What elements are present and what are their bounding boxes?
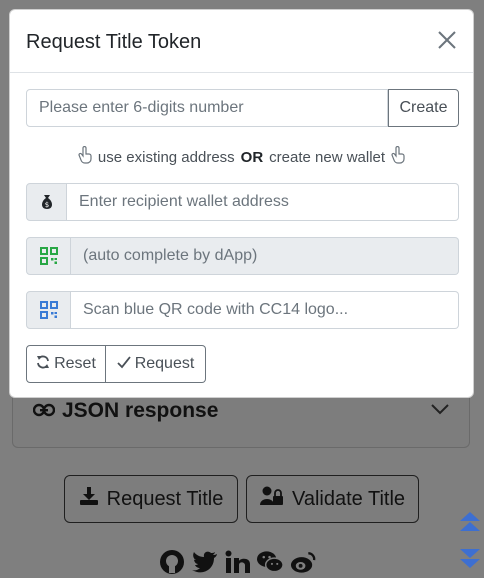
hint-or: OR	[240, 148, 264, 166]
hint-suffix: create new wallet	[269, 148, 386, 166]
wechat-icon[interactable]	[257, 548, 284, 575]
reset-label: Reset	[54, 355, 96, 372]
link-icon	[32, 399, 56, 423]
close-icon[interactable]	[437, 30, 459, 52]
money-bag-icon: $	[26, 183, 67, 221]
svg-text:$: $	[44, 201, 48, 209]
refresh-icon	[36, 355, 50, 374]
hint-prefix: use existing address	[97, 148, 235, 166]
twitter-icon[interactable]	[191, 548, 218, 575]
linkedin-icon[interactable]	[224, 548, 251, 575]
qr-code-blue-icon[interactable]	[26, 291, 71, 329]
six-digit-number-input[interactable]: Please enter 6-digits number	[26, 89, 388, 127]
recipient-input-group: $ Enter recipient wallet address	[26, 183, 459, 221]
chevron-down-icon[interactable]	[431, 402, 449, 420]
validate-title-button[interactable]: Validate Title	[246, 475, 419, 523]
accordion-title: JSON response	[62, 399, 219, 422]
request-label: Request	[134, 355, 195, 372]
autocomplete-input-group: (auto complete by dApp)	[26, 237, 459, 275]
weibo-icon[interactable]	[290, 548, 317, 575]
request-title-label: Request Title	[106, 487, 224, 510]
wallet-hint: use existing address OR create new walle…	[10, 145, 473, 168]
recipient-wallet-input[interactable]: Enter recipient wallet address	[67, 183, 459, 221]
pointing-up-hand-icon	[78, 145, 92, 168]
modal-actions: Reset Request	[26, 345, 206, 383]
scan-qr-input[interactable]: Scan blue QR code with CC14 logo...	[71, 291, 459, 329]
github-icon[interactable]	[158, 548, 185, 575]
request-title-token-modal: Request Title Token Please enter 6-digit…	[9, 9, 474, 398]
pointing-hand-icon	[391, 145, 405, 168]
check-icon	[117, 355, 131, 374]
download-icon	[79, 487, 99, 511]
accordion-header: JSON response	[32, 399, 219, 423]
qr-code-green-icon	[26, 237, 71, 275]
modal-title: Request Title Token	[26, 31, 202, 53]
request-button[interactable]: Request	[106, 345, 206, 383]
scan-input-group: Scan blue QR code with CC14 logo...	[26, 291, 459, 329]
reset-button[interactable]: Reset	[26, 345, 106, 383]
modal-header: Request Title Token	[10, 10, 473, 73]
user-lock-icon	[259, 486, 284, 512]
request-title-button[interactable]: Request Title	[64, 475, 238, 523]
create-button[interactable]: Create	[388, 89, 459, 127]
scroll-to-bottom-icon[interactable]	[459, 548, 481, 575]
number-input-group: Please enter 6-digits number Create	[26, 89, 459, 127]
social-links	[158, 548, 317, 575]
scroll-to-top-icon[interactable]	[459, 512, 481, 539]
auto-complete-field: (auto complete by dApp)	[71, 237, 459, 275]
validate-title-label: Validate Title	[291, 487, 406, 510]
